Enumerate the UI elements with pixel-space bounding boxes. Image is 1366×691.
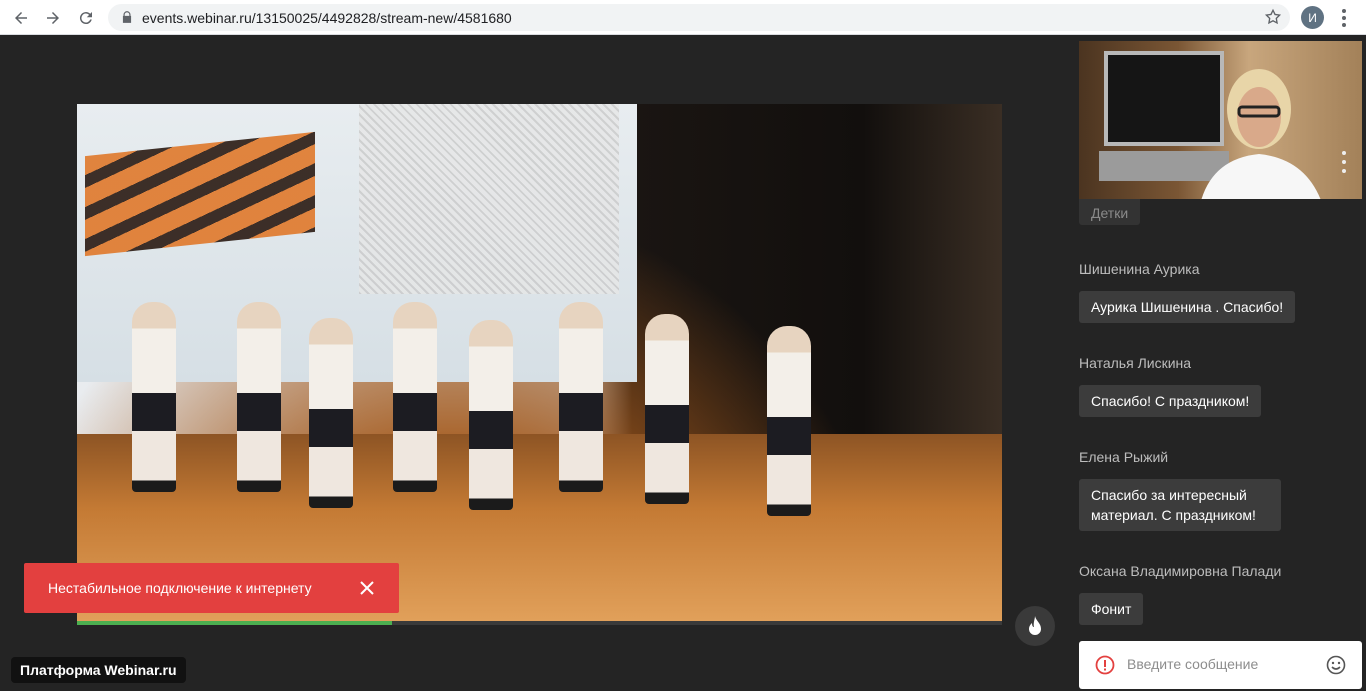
reload-button[interactable] [73, 5, 99, 31]
reaction-button[interactable] [1015, 606, 1055, 646]
reload-icon [79, 12, 92, 25]
fire-icon [1029, 616, 1041, 635]
forward-button[interactable] [40, 5, 66, 31]
browser-toolbar: events.webinar.ru/13150025/4492828/strea… [0, 0, 1366, 35]
presenter-figure [1201, 69, 1321, 199]
profile-avatar[interactable]: И [1301, 6, 1324, 29]
close-icon [360, 581, 374, 595]
chat-feed: Детки Шишенина Аурика Аурика Шишенина . … [1079, 199, 1362, 637]
chat-message-bubble: Фонит [1079, 593, 1144, 625]
kebab-menu-icon[interactable] [1334, 6, 1354, 30]
video-player[interactable] [77, 104, 1002, 621]
toast-close-button[interactable] [347, 568, 387, 608]
chat-message-author: Шишенина Аурика [1079, 261, 1200, 277]
chat-message-bubble: Аурика Шишенина . Спасибо! [1079, 291, 1296, 323]
error-icon [1095, 655, 1115, 675]
video-performer [767, 326, 811, 516]
video-performer [237, 302, 281, 492]
platform-badge[interactable]: Платформа Webinar.ru [11, 657, 186, 683]
more-dots-icon[interactable] [1342, 151, 1346, 173]
back-arrow-icon [15, 12, 27, 24]
video-progress-fill [77, 621, 392, 625]
lock-icon [122, 11, 132, 23]
chat-message-author: Наталья Лискина [1079, 355, 1192, 371]
video-performer [309, 318, 353, 508]
chat-message-bubble: Спасибо! С праздником! [1079, 385, 1262, 417]
toast-message: Нестабильное подключение к интернету [48, 580, 312, 596]
chat-message-author: Елена Рыжий [1079, 449, 1169, 465]
chat-message-bubble: Спасибо за интересный материал. С праздн… [1079, 479, 1281, 531]
forward-arrow-icon [47, 12, 59, 24]
video-progress-bar[interactable] [77, 621, 1002, 625]
chat-message-author: Оксана Владимировна Палади [1079, 563, 1282, 579]
back-button[interactable] [8, 5, 34, 31]
star-icon[interactable] [1264, 8, 1282, 26]
url-text: events.webinar.ru/13150025/4492828/strea… [142, 10, 512, 26]
chat-message-bubble: Детки [1079, 199, 1141, 225]
video-performer [645, 314, 689, 504]
stream-stage: Нестабильное подключение к интернету Пла… [0, 36, 1070, 691]
presenter-webcam[interactable] [1079, 41, 1362, 199]
chat-composer[interactable]: Введите сообщение [1079, 641, 1362, 689]
video-performer [132, 302, 176, 492]
video-performer [393, 302, 437, 492]
address-bar[interactable]: events.webinar.ru/13150025/4492828/strea… [108, 4, 1290, 31]
emoji-icon[interactable] [1326, 655, 1346, 675]
message-input[interactable]: Введите сообщение [1127, 656, 1258, 672]
video-performer [469, 320, 513, 510]
connection-warning-toast: Нестабильное подключение к интернету [24, 563, 399, 613]
video-performer [559, 302, 603, 492]
side-panel: Детки Шишенина Аурика Аурика Шишенина . … [1070, 36, 1366, 691]
video-sketch [359, 104, 619, 294]
